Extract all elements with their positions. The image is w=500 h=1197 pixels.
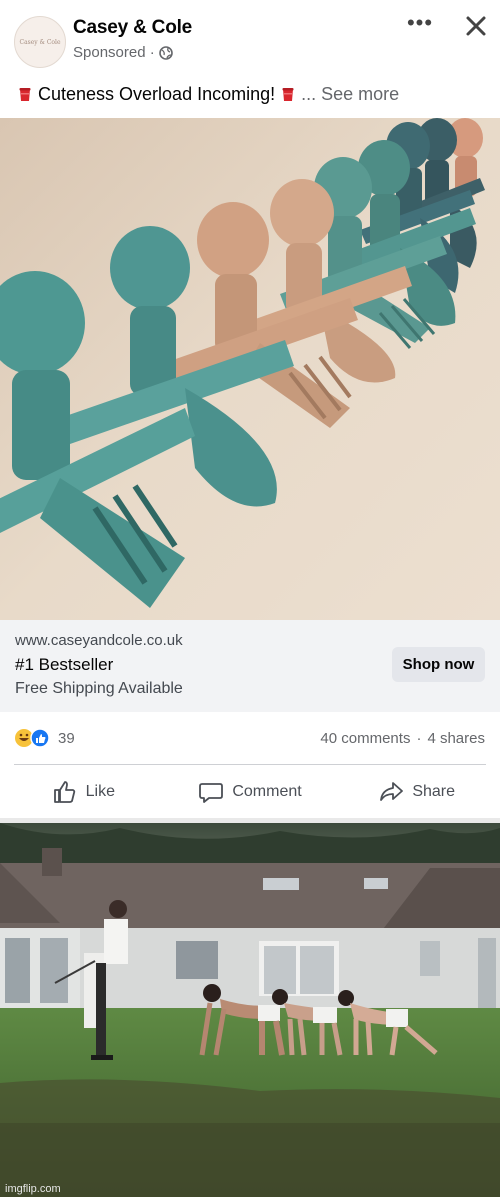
sponsored-label: Sponsored · <box>73 44 173 61</box>
like-button[interactable]: Like <box>0 765 167 818</box>
comments-count[interactable]: 40 comments <box>320 730 410 747</box>
red-cup-emoji-icon-2 <box>282 87 294 101</box>
globe-icon <box>158 45 173 60</box>
thumbs-up-icon <box>53 780 75 803</box>
like-label: Like <box>85 782 116 800</box>
comment-bubble-icon <box>199 782 224 803</box>
post-actions: Like Comment Share <box>0 765 500 818</box>
post-caption: Cuteness Overload Incoming! ... See more <box>16 84 399 105</box>
share-label: Share <box>412 782 456 800</box>
link-preview-bar[interactable]: www.caseyandcole.co.uk #1 Bestseller Fre… <box>0 620 500 712</box>
shop-now-button[interactable]: Shop now <box>392 647 485 682</box>
baby-cutlery-photo <box>0 118 500 620</box>
reaction-count[interactable]: 39 <box>58 730 75 747</box>
page-name[interactable]: Casey & Cole <box>73 17 192 39</box>
shares-count[interactable]: 4 shares <box>427 730 485 747</box>
engagement-stats: 39 40 comments · 4 shares <box>0 712 500 764</box>
facebook-ad-post: Casey & Cole Casey & Cole Sponsored · ••… <box>0 0 500 818</box>
see-more-link[interactable]: ... See more <box>301 84 399 105</box>
link-url: www.caseyandcole.co.uk <box>15 632 183 649</box>
sponsored-text: Sponsored · <box>73 44 155 61</box>
reaction-icons[interactable] <box>14 728 54 748</box>
imgflip-watermark: imgflip.com <box>5 1183 61 1195</box>
ad-image[interactable] <box>0 118 500 620</box>
avatar-text: Casey & Cole <box>19 38 61 46</box>
red-cup-emoji-icon <box>19 87 31 101</box>
link-title[interactable]: #1 Bestseller <box>15 655 113 675</box>
more-options-icon[interactable]: ••• <box>405 12 435 38</box>
share-arrow-icon <box>380 781 404 801</box>
comment-button[interactable]: Comment <box>167 765 334 818</box>
human-centipede-scene <box>0 823 500 1197</box>
comment-label: Comment <box>232 782 302 800</box>
post-header: Casey & Cole Casey & Cole Sponsored · ••… <box>0 0 500 76</box>
meme-bottom-photo <box>0 823 500 1197</box>
stats-separator: · <box>416 730 422 747</box>
link-description: Free Shipping Available <box>15 680 183 697</box>
share-button[interactable]: Share <box>333 765 500 818</box>
comments-shares: 40 comments · 4 shares <box>320 730 485 747</box>
page-avatar[interactable]: Casey & Cole <box>14 16 66 68</box>
close-icon[interactable] <box>462 12 490 40</box>
caption-text: Cuteness Overload Incoming! <box>38 84 276 104</box>
